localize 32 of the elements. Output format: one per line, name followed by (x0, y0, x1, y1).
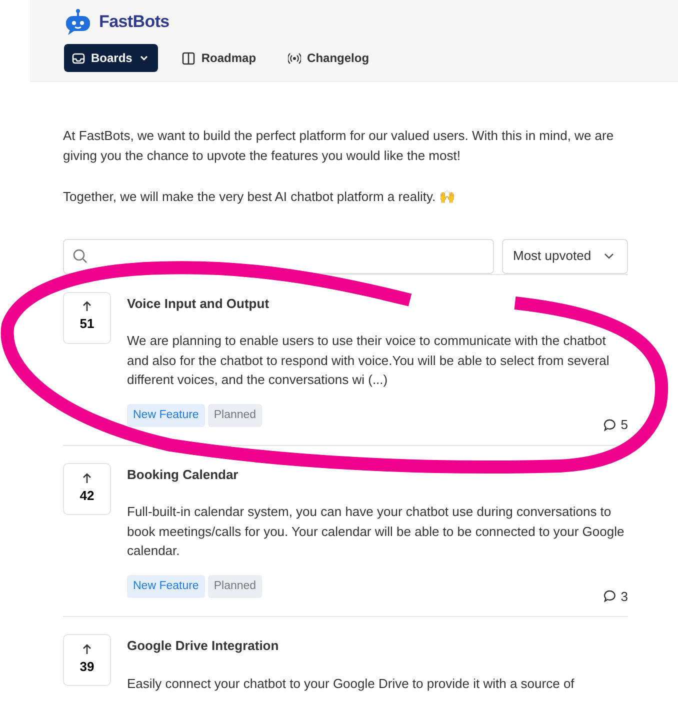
search-icon (72, 248, 88, 264)
upvote-button[interactable]: 51 (63, 292, 111, 344)
nav-tab[interactable]: Boards (64, 44, 158, 72)
arrow-up-icon (82, 301, 92, 312)
post-description: We are planning to enable users to use their voice to communicate with the chatbot and also for the chatbot to respond with voice.You will be able to select from several different voices, and the conversations wi (...) (127, 332, 610, 389)
columns-icon (182, 52, 196, 64)
arrow-up-icon (82, 472, 92, 484)
post-title[interactable]: Voice Input and Output (127, 292, 628, 313)
comment-count: 5 (620, 416, 628, 434)
post-description: Easily connect your chatbot to your Google Drive to provide it with a source of (127, 674, 576, 693)
comment-icon (602, 418, 617, 432)
logo-text: FastBots (99, 11, 170, 34)
arrow-up-icon (82, 644, 92, 655)
intro-paragraph: Together, we will make the very best AI chatbot platform a reality. 🙌 (63, 188, 456, 206)
post-description: Full-built-in calendar system, you can have your chatbot use during conversations to book meetings/calls for you. Your calendar will be able to be connected to your Google calendar. (127, 503, 626, 560)
post-title[interactable]: Google Drive Integration (127, 634, 628, 656)
nav-tab[interactable]: Roadmap (174, 44, 264, 72)
sort-dropdown[interactable]: Most upvoted (502, 238, 628, 274)
upvote-button[interactable]: 39 (63, 634, 111, 686)
category-tag: New Feature (127, 404, 205, 427)
inbox-icon (72, 52, 85, 64)
broadcast-icon (288, 52, 302, 64)
comment-icon (602, 589, 617, 604)
status-tag: Planned (208, 404, 262, 427)
intro-paragraph: At FastBots, we want to build the perfect platform for our valued users. With this in mind, we are giving you the chance to upvote the features you would like the most! (63, 127, 615, 165)
comment-count: 3 (620, 588, 628, 606)
post-title[interactable]: Booking Calendar (127, 462, 628, 484)
status-tag: Planned (208, 574, 262, 598)
nav-tab[interactable]: Changelog (280, 44, 378, 72)
upvote-button[interactable]: 42 (63, 462, 111, 515)
category-tag: New Feature (127, 574, 205, 598)
search-field[interactable] (63, 238, 494, 274)
